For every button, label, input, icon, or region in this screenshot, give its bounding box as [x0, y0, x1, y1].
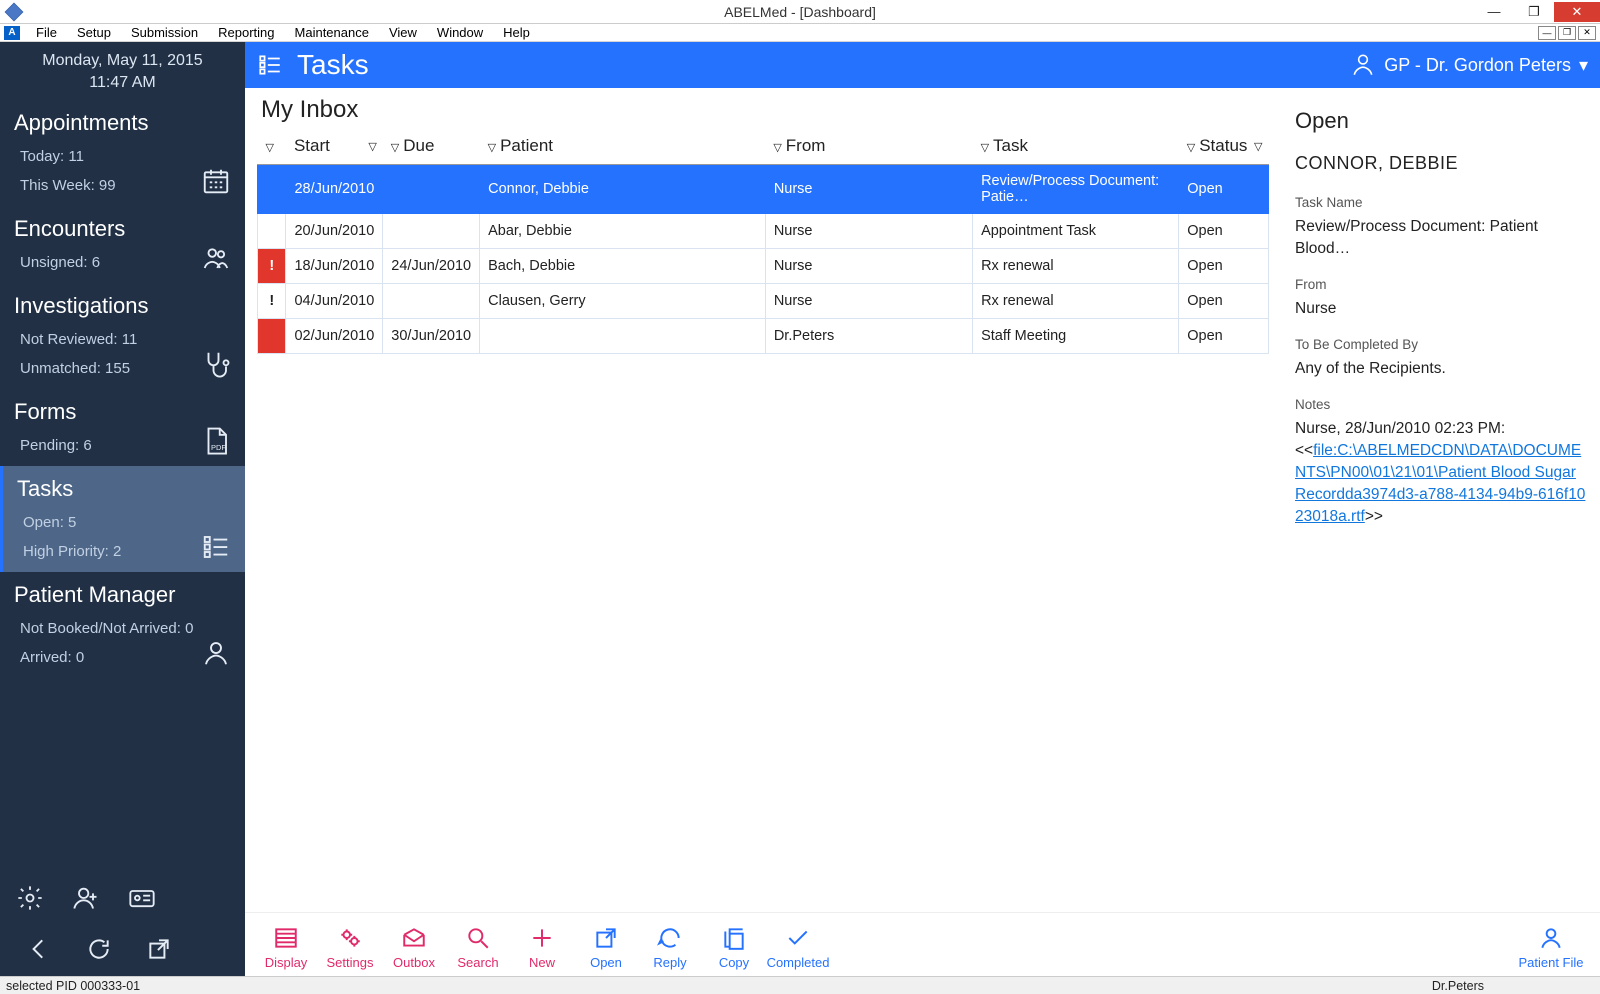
stethoscope-icon: [201, 349, 231, 379]
col-from[interactable]: ▽From: [765, 130, 972, 165]
sidebar-item-forms[interactable]: Forms Pending: 6 PDF: [0, 389, 245, 466]
detail-tbc: Any of the Recipients.: [1295, 358, 1586, 380]
table-header-row: ▽ Start▽ ▽Due ▽Patient ▽From ▽Task ▽Stat…: [258, 130, 1269, 165]
calendar-icon: [201, 166, 231, 196]
footer-outbox-button[interactable]: Outbox: [387, 925, 441, 970]
refresh-icon[interactable]: [86, 936, 112, 962]
mdi-minimize-button[interactable]: —: [1538, 26, 1556, 40]
footer-new-button[interactable]: New: [515, 925, 569, 970]
window-titlebar: ABELMed - [Dashboard] — ❐ ✕: [0, 0, 1600, 24]
footer-settings-button[interactable]: Settings: [323, 925, 377, 970]
status-left: selected PID 000333-01: [6, 979, 140, 993]
window-close-button[interactable]: ✕: [1554, 2, 1600, 22]
status-right: Dr.Peters: [1432, 979, 1484, 993]
popout-icon[interactable]: [146, 936, 172, 962]
footer-copy-button[interactable]: Copy: [707, 925, 761, 970]
menu-window[interactable]: Window: [427, 25, 493, 40]
menu-view[interactable]: View: [379, 25, 427, 40]
detail-notes: Nurse, 28/Jun/2010 02:23 PM: <<file:C:\A…: [1295, 418, 1586, 528]
inbox-title: My Inbox: [257, 88, 1275, 130]
footer-toolbar: Display Settings Outbox Search New Open …: [245, 912, 1600, 976]
table-row[interactable]: 02/Jun/201030/Jun/2010Dr.PetersStaff Mee…: [258, 319, 1269, 354]
col-status[interactable]: ▽Status▽: [1179, 130, 1269, 165]
sidebar-datetime: Monday, May 11, 2015 11:47 AM: [0, 42, 245, 100]
table-row[interactable]: !18/Jun/201024/Jun/2010Bach, DebbieNurse…: [258, 249, 1269, 284]
footer-open-button[interactable]: Open: [579, 925, 633, 970]
mdi-close-button[interactable]: ✕: [1578, 26, 1596, 40]
sidebar-item-encounters[interactable]: Encounters Unsigned: 6: [0, 206, 245, 283]
mdi-restore-button[interactable]: ❐: [1558, 26, 1576, 40]
sidebar-item-investigations[interactable]: Investigations Not Reviewed: 11 Unmatche…: [0, 283, 245, 389]
col-patient[interactable]: ▽Patient: [480, 130, 766, 165]
sidebar-item-tasks[interactable]: Tasks Open: 5 High Priority: 2: [0, 466, 245, 572]
svg-text:PDF: PDF: [211, 443, 226, 452]
col-task[interactable]: ▽Task: [973, 130, 1179, 165]
menu-file[interactable]: File: [26, 25, 67, 40]
window-maximize-button[interactable]: ❐: [1514, 2, 1554, 22]
menu-bar: A File Setup Submission Reporting Mainte…: [0, 24, 1600, 42]
detail-task-name: Review/Process Document: Patient Blood…: [1295, 216, 1586, 260]
footer-completed-button[interactable]: Completed: [771, 925, 825, 970]
tasks-icon: [201, 532, 231, 562]
footer-reply-button[interactable]: Reply: [643, 925, 697, 970]
pdf-icon: PDF: [201, 426, 231, 456]
tasks-table: ▽ Start▽ ▽Due ▽Patient ▽From ▽Task ▽Stat…: [257, 130, 1269, 354]
main: Tasks GP - Dr. Gordon Peters ▾ My Inbox …: [245, 42, 1600, 976]
task-detail-pane: Open CONNOR, DEBBIE Task Name Review/Pro…: [1275, 88, 1600, 976]
table-row[interactable]: !04/Jun/2010Clausen, GerryNurseRx renewa…: [258, 284, 1269, 319]
col-due[interactable]: ▽Due: [383, 130, 480, 165]
footer-search-button[interactable]: Search: [451, 925, 505, 970]
window-title: ABELMed - [Dashboard]: [724, 4, 876, 20]
sidebar: Monday, May 11, 2015 11:47 AM Appointmen…: [0, 42, 245, 976]
table-row[interactable]: 28/Jun/2010Connor, DebbieNurseReview/Pro…: [258, 165, 1269, 214]
menu-reporting[interactable]: Reporting: [208, 25, 284, 40]
page-title: Tasks: [297, 49, 369, 81]
chevron-down-icon: ▾: [1579, 55, 1588, 76]
user-dropdown[interactable]: GP - Dr. Gordon Peters ▾: [1350, 52, 1588, 78]
card-icon[interactable]: [128, 884, 156, 912]
menu-maintenance[interactable]: Maintenance: [285, 25, 379, 40]
detail-status: Open: [1295, 110, 1586, 132]
menu-setup[interactable]: Setup: [67, 25, 121, 40]
patient-icon: [201, 638, 231, 668]
doctor-icon: [1350, 52, 1376, 78]
detail-patient: CONNOR, DEBBIE: [1295, 152, 1586, 174]
settings-icon[interactable]: [16, 884, 44, 912]
sidebar-item-appointments[interactable]: Appointments Today: 11 This Week: 99: [0, 100, 245, 206]
footer-display-button[interactable]: Display: [259, 925, 313, 970]
app-logo-icon: A: [4, 26, 20, 40]
menu-help[interactable]: Help: [493, 25, 540, 40]
menu-submission[interactable]: Submission: [121, 25, 208, 40]
people-icon: [201, 243, 231, 273]
app-icon: [5, 2, 24, 21]
tasks-header-icon: [257, 52, 283, 78]
col-start[interactable]: Start▽: [286, 130, 383, 165]
status-bar: selected PID 000333-01 Dr.Peters: [0, 976, 1600, 994]
detail-file-link[interactable]: file:C:\ABELMEDCDN\DATA\DOCUMENTS\PN00\0…: [1295, 442, 1585, 525]
detail-from: Nurse: [1295, 298, 1586, 320]
table-row[interactable]: 20/Jun/2010Abar, DebbieNurseAppointment …: [258, 214, 1269, 249]
col-flag[interactable]: ▽: [258, 130, 286, 165]
sidebar-item-patient-manager[interactable]: Patient Manager Not Booked/Not Arrived: …: [0, 572, 245, 678]
footer-patient-file-button[interactable]: Patient File: [1516, 925, 1586, 970]
person-add-icon[interactable]: [72, 884, 100, 912]
window-minimize-button[interactable]: —: [1474, 2, 1514, 22]
back-icon[interactable]: [26, 936, 52, 962]
main-header: Tasks GP - Dr. Gordon Peters ▾: [245, 42, 1600, 88]
